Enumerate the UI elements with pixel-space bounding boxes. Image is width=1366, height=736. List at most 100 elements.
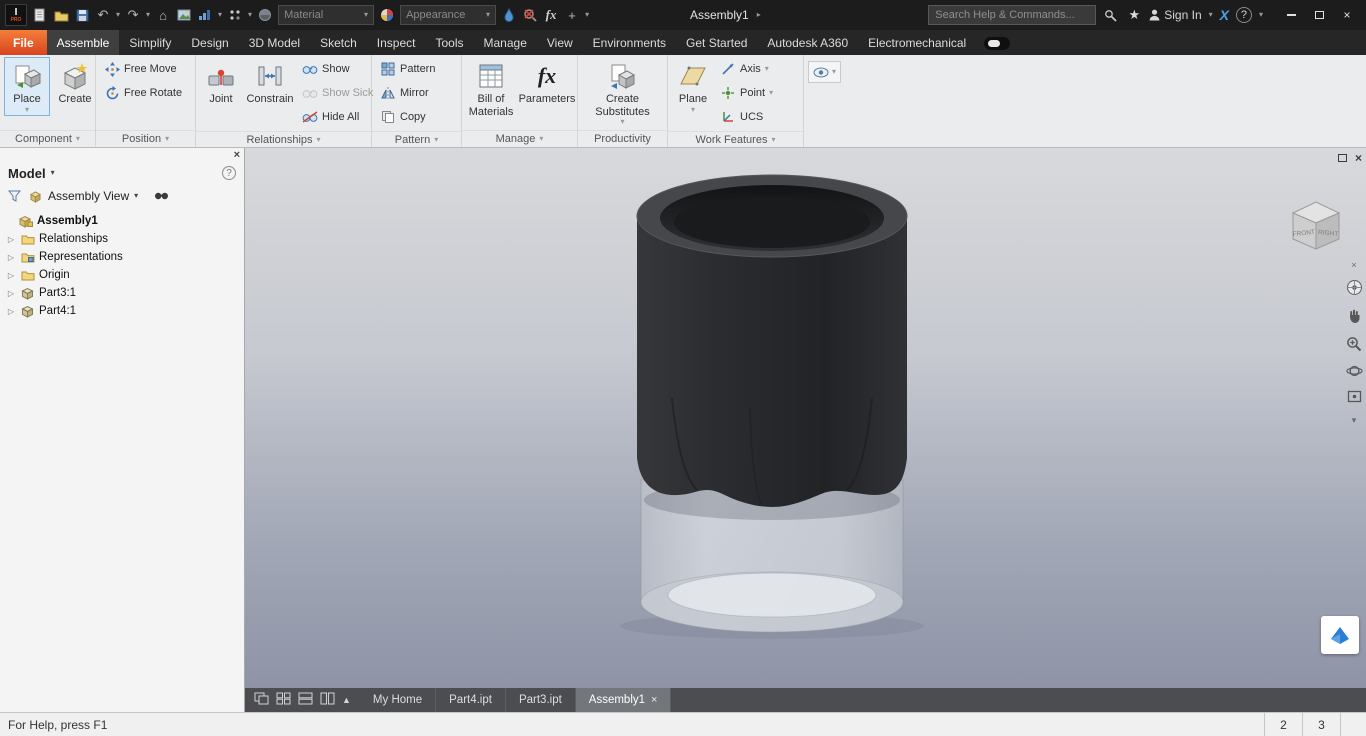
tab-get-started[interactable]: Get Started bbox=[676, 30, 757, 55]
panel-label-work-features[interactable]: Work Features ▾ bbox=[668, 131, 803, 147]
appearance-select[interactable]: Appearance ▾ bbox=[400, 5, 497, 25]
tab-simplify[interactable]: Simplify bbox=[119, 30, 181, 55]
point-caret-icon[interactable]: ▾ bbox=[769, 89, 773, 97]
viewport-3d[interactable]: × FRONT RIGHT × ▾ bbox=[245, 148, 1366, 688]
measure-button[interactable] bbox=[197, 6, 213, 24]
panel-label-pattern[interactable]: Pattern ▾ bbox=[372, 131, 461, 147]
tab-manage[interactable]: Manage bbox=[474, 30, 537, 55]
search-input[interactable] bbox=[928, 5, 1097, 25]
filter-icon[interactable] bbox=[6, 188, 22, 204]
cap-part[interactable] bbox=[636, 174, 908, 507]
doctab-part4[interactable]: Part4.ipt bbox=[436, 688, 506, 712]
title-expand-icon[interactable]: ▸ bbox=[757, 11, 761, 19]
home-button[interactable]: ⌂ bbox=[155, 6, 171, 24]
expand-arrow-icon[interactable]: ▷ bbox=[6, 289, 16, 298]
point-button[interactable]: Point ▾ bbox=[716, 81, 777, 105]
assembly-model[interactable] bbox=[245, 148, 1366, 688]
expand-tab-bar-icon[interactable]: ▲ bbox=[342, 695, 351, 705]
render-button[interactable] bbox=[176, 6, 192, 24]
navbar-close-icon[interactable]: × bbox=[1351, 260, 1356, 270]
copy-button[interactable]: Copy bbox=[376, 105, 430, 129]
tree-item-representations[interactable]: ▷ Representations bbox=[4, 248, 244, 266]
open-button[interactable] bbox=[53, 6, 69, 24]
panel-label-productivity[interactable]: Productivity bbox=[578, 130, 667, 147]
close-button[interactable]: × bbox=[1334, 4, 1360, 26]
create-button[interactable]: Create bbox=[52, 57, 98, 108]
tree-item-relationships[interactable]: ▷ Relationships bbox=[4, 230, 244, 248]
help-icon[interactable]: ? bbox=[1235, 7, 1252, 23]
undo-button[interactable]: ↶ bbox=[95, 6, 111, 24]
assembly-view-caret-icon[interactable]: ▾ bbox=[134, 192, 138, 200]
add-quick-command-icon[interactable]: + bbox=[564, 6, 580, 24]
tile-windows-icon[interactable] bbox=[276, 692, 291, 708]
assembly-view-selector[interactable]: Assembly View bbox=[48, 189, 129, 203]
expand-arrow-icon[interactable]: ▷ bbox=[6, 253, 16, 262]
axis-caret-icon[interactable]: ▾ bbox=[765, 65, 769, 73]
create-substitutes-button[interactable]: Create Substitutes ▾ bbox=[582, 57, 663, 128]
axis-button[interactable]: Axis ▾ bbox=[716, 57, 777, 81]
undo-caret-icon[interactable]: ▾ bbox=[116, 11, 120, 19]
material-browser-icon[interactable] bbox=[257, 6, 273, 24]
bill-of-materials-button[interactable]: Bill of Materials bbox=[466, 57, 516, 120]
expand-arrow-icon[interactable]: ▷ bbox=[6, 271, 16, 280]
doctab-close-icon[interactable]: × bbox=[651, 694, 657, 706]
panel-label-relationships[interactable]: Relationships ▾ bbox=[196, 131, 371, 147]
clear-appearance-button[interactable] bbox=[522, 6, 538, 24]
parameters-button[interactable]: fx Parameters bbox=[518, 57, 576, 108]
sign-in-button[interactable]: Sign In bbox=[1149, 8, 1202, 22]
redo-button[interactable]: ↷ bbox=[125, 6, 141, 24]
panel-display-toggle-icon[interactable] bbox=[984, 37, 1011, 50]
doctab-part3[interactable]: Part3.ipt bbox=[506, 688, 576, 712]
plane-caret-icon[interactable]: ▾ bbox=[691, 105, 695, 114]
qat-customize-caret-icon[interactable]: ▾ bbox=[585, 11, 589, 19]
pan-icon[interactable] bbox=[1347, 308, 1362, 327]
horizontal-tile-icon[interactable] bbox=[298, 692, 313, 708]
browser-help-icon[interactable]: ? bbox=[222, 166, 236, 180]
panel-label-component[interactable]: Component ▾ bbox=[0, 130, 95, 147]
tab-inspect[interactable]: Inspect bbox=[367, 30, 426, 55]
maximize-button[interactable] bbox=[1306, 4, 1332, 26]
measure-caret-icon[interactable]: ▾ bbox=[218, 11, 222, 19]
vertical-tile-icon[interactable] bbox=[320, 692, 335, 708]
appearance-ball-icon[interactable] bbox=[379, 6, 395, 24]
constrain-button[interactable]: Constrain bbox=[244, 57, 296, 108]
tree-item-part3[interactable]: ▷ Part3:1 bbox=[4, 284, 244, 302]
minimize-button[interactable] bbox=[1278, 4, 1304, 26]
panel-label-manage[interactable]: Manage ▾ bbox=[462, 130, 577, 147]
doc-close-button[interactable]: × bbox=[1355, 151, 1362, 165]
free-rotate-button[interactable]: Free Rotate bbox=[100, 81, 186, 105]
tab-tools[interactable]: Tools bbox=[425, 30, 473, 55]
tree-item-origin[interactable]: ▷ Origin bbox=[4, 266, 244, 284]
zoom-icon[interactable] bbox=[1346, 336, 1362, 355]
material-select[interactable]: Material ▾ bbox=[278, 5, 375, 25]
tab-file[interactable]: File bbox=[0, 30, 47, 55]
panel-label-position[interactable]: Position ▾ bbox=[96, 130, 195, 147]
tab-design[interactable]: Design bbox=[181, 30, 238, 55]
redo-caret-icon[interactable]: ▾ bbox=[146, 11, 150, 19]
full-navigation-wheel-icon[interactable] bbox=[1346, 279, 1363, 299]
help-caret-icon[interactable]: ▾ bbox=[1259, 11, 1263, 19]
annotate-caret-icon[interactable]: ▾ bbox=[248, 11, 252, 19]
parameters-quick-icon[interactable]: fx bbox=[543, 6, 559, 24]
plane-button[interactable]: Plane ▾ bbox=[672, 57, 714, 116]
a360-drive-badge[interactable] bbox=[1321, 616, 1359, 654]
browser-title-caret-icon[interactable]: ▾ bbox=[51, 169, 55, 177]
hide-all-button[interactable]: Hide All bbox=[298, 105, 377, 129]
ucs-button[interactable]: UCS bbox=[716, 105, 777, 129]
navbar-more-icon[interactable]: ▾ bbox=[1352, 415, 1357, 426]
find-icon[interactable] bbox=[153, 188, 169, 204]
expand-arrow-icon[interactable]: ▷ bbox=[6, 307, 16, 316]
tree-item-part4[interactable]: ▷ Part4:1 bbox=[4, 302, 244, 320]
mirror-button[interactable]: Mirror bbox=[376, 81, 433, 105]
look-at-icon[interactable] bbox=[1347, 390, 1362, 406]
browser-title[interactable]: Model bbox=[8, 166, 46, 181]
create-substitutes-caret-icon[interactable]: ▾ bbox=[620, 118, 624, 126]
expand-arrow-icon[interactable]: ▷ bbox=[6, 235, 16, 244]
display-options-dropdown[interactable]: ▾ bbox=[808, 61, 842, 83]
save-button[interactable] bbox=[74, 6, 90, 24]
exchange-apps-icon[interactable]: X bbox=[1220, 7, 1229, 23]
joint-button[interactable]: Joint bbox=[200, 57, 242, 108]
adjust-button[interactable] bbox=[501, 6, 517, 24]
pattern-button[interactable]: Pattern bbox=[376, 57, 439, 81]
tab-3d-model[interactable]: 3D Model bbox=[239, 30, 310, 55]
